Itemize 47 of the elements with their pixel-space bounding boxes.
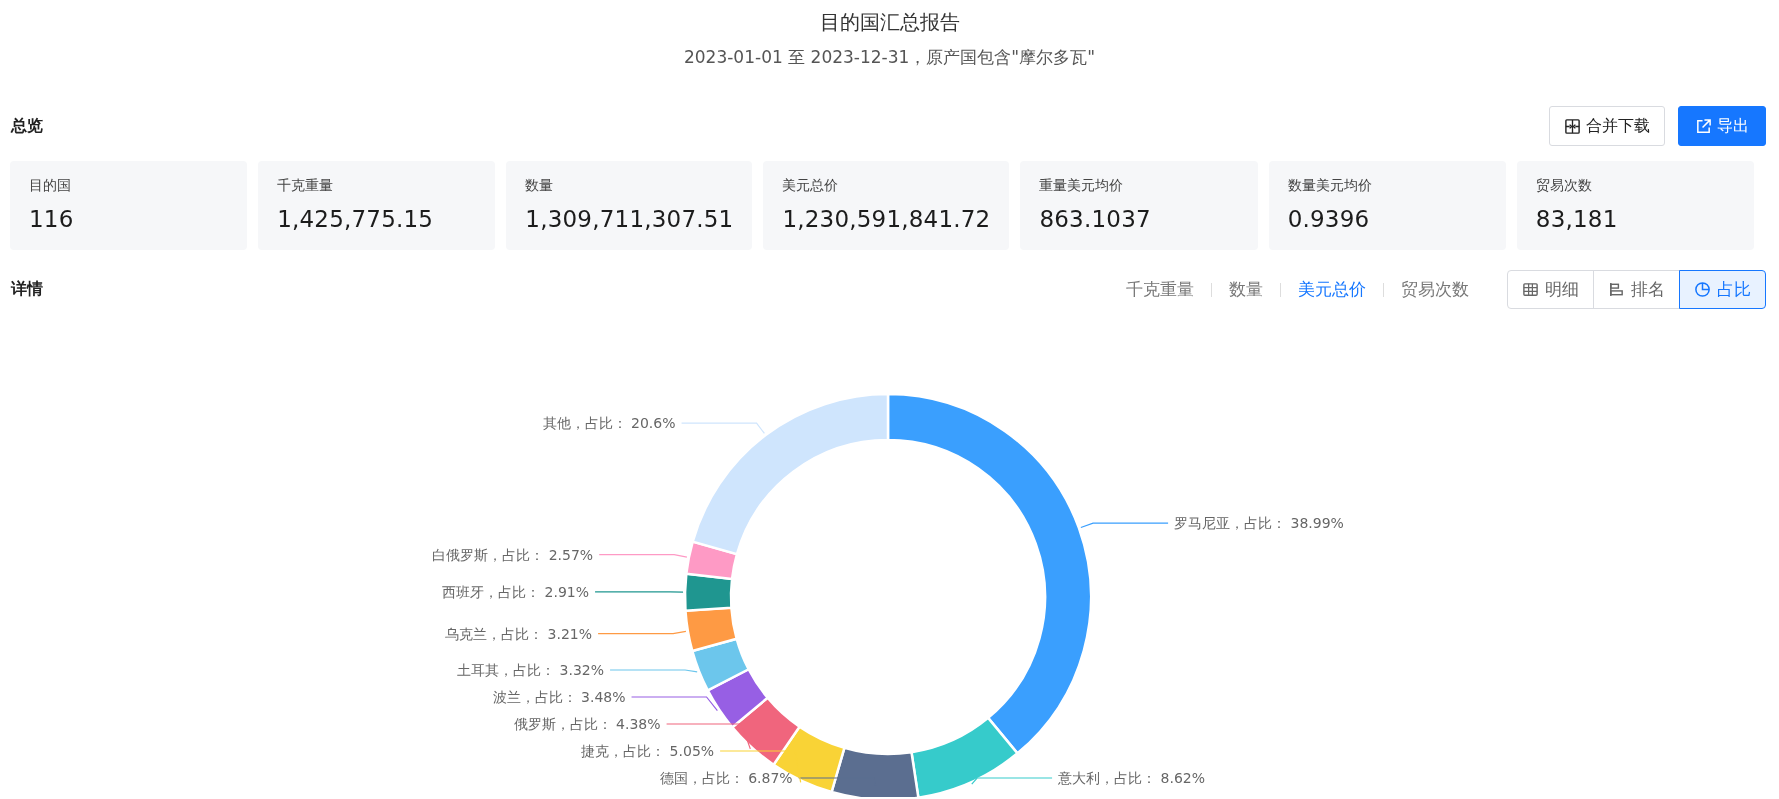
slice-label: 德国，占比： 6.87% xyxy=(659,770,793,786)
slice-label: 俄罗斯，占比： 4.38% xyxy=(513,716,661,732)
export-icon xyxy=(1695,117,1712,135)
stat-label: 数量 xyxy=(525,176,554,195)
stat-value: 116 xyxy=(29,205,74,234)
metric-tab[interactable]: 千克重量 xyxy=(1126,278,1194,301)
stat-value: 0.9396 xyxy=(1287,205,1370,234)
donut-slice xyxy=(706,668,769,729)
metric-tab[interactable]: 数量 xyxy=(1229,278,1263,301)
stat-label: 千克重量 xyxy=(277,176,334,195)
view-tab[interactable]: 占比 xyxy=(1679,270,1766,309)
donut-slice xyxy=(691,637,750,692)
slice-label: 西班牙，占比： 2.91% xyxy=(442,583,590,600)
view-tab[interactable]: 排名 xyxy=(1593,270,1680,309)
slice-label: 波兰，占比： 3.48% xyxy=(492,689,626,705)
donut-slice xyxy=(731,696,801,766)
slice-label: 土耳其，占比： 3.32% xyxy=(457,662,605,678)
donut-slice xyxy=(684,606,738,653)
section-title: 详情 xyxy=(11,279,43,300)
bar-chart-icon xyxy=(1608,281,1625,298)
slice-label: 罗马尼亚，占比： 38.99% xyxy=(1174,515,1344,532)
metric-tab[interactable]: 美元总价 xyxy=(1298,278,1366,301)
pie-chart-icon xyxy=(1694,281,1711,298)
stat-label: 数量美元均价 xyxy=(1287,176,1372,195)
table-icon xyxy=(1522,281,1539,298)
stat-value: 1,425,775.15 xyxy=(277,205,434,234)
section-title: 总览 xyxy=(11,115,43,137)
stat-label: 目的国 xyxy=(29,176,71,195)
metric-tab[interactable]: 贸易次数 xyxy=(1401,278,1469,301)
stat-value: 83,181 xyxy=(1535,205,1618,234)
stat-value: 1,309,711,307.51 xyxy=(525,205,734,234)
merge-download-button[interactable]: 合并下载 xyxy=(1549,106,1665,146)
slice-label: 捷克，占比： 5.05% xyxy=(581,743,715,759)
stat-label: 美元总价 xyxy=(782,176,839,195)
stat-value: 863.1037 xyxy=(1039,205,1151,234)
stat-label: 重量美元均价 xyxy=(1039,176,1124,195)
slice-label: 乌克兰，占比： 3.21% xyxy=(445,625,593,642)
stat-label: 贸易次数 xyxy=(1535,176,1592,195)
stat-value: 1,230,591,841.72 xyxy=(782,205,991,234)
view-tab[interactable]: 明细 xyxy=(1507,270,1594,309)
report-subtitle: 2023-01-01 至 2023-12-31，原产国包含"摩尔多瓦" xyxy=(683,46,1095,69)
report-title: 目的国汇总报告 xyxy=(819,9,960,36)
slice-label: 其他，占比： 20.6% xyxy=(542,415,676,432)
slice-label: 白俄罗斯，占比： 2.57% xyxy=(432,546,594,563)
slice-label: 意大利，占比： 8.62% xyxy=(1058,770,1205,786)
merge-icon xyxy=(1564,117,1581,135)
export-button[interactable]: 导出 xyxy=(1678,106,1766,146)
